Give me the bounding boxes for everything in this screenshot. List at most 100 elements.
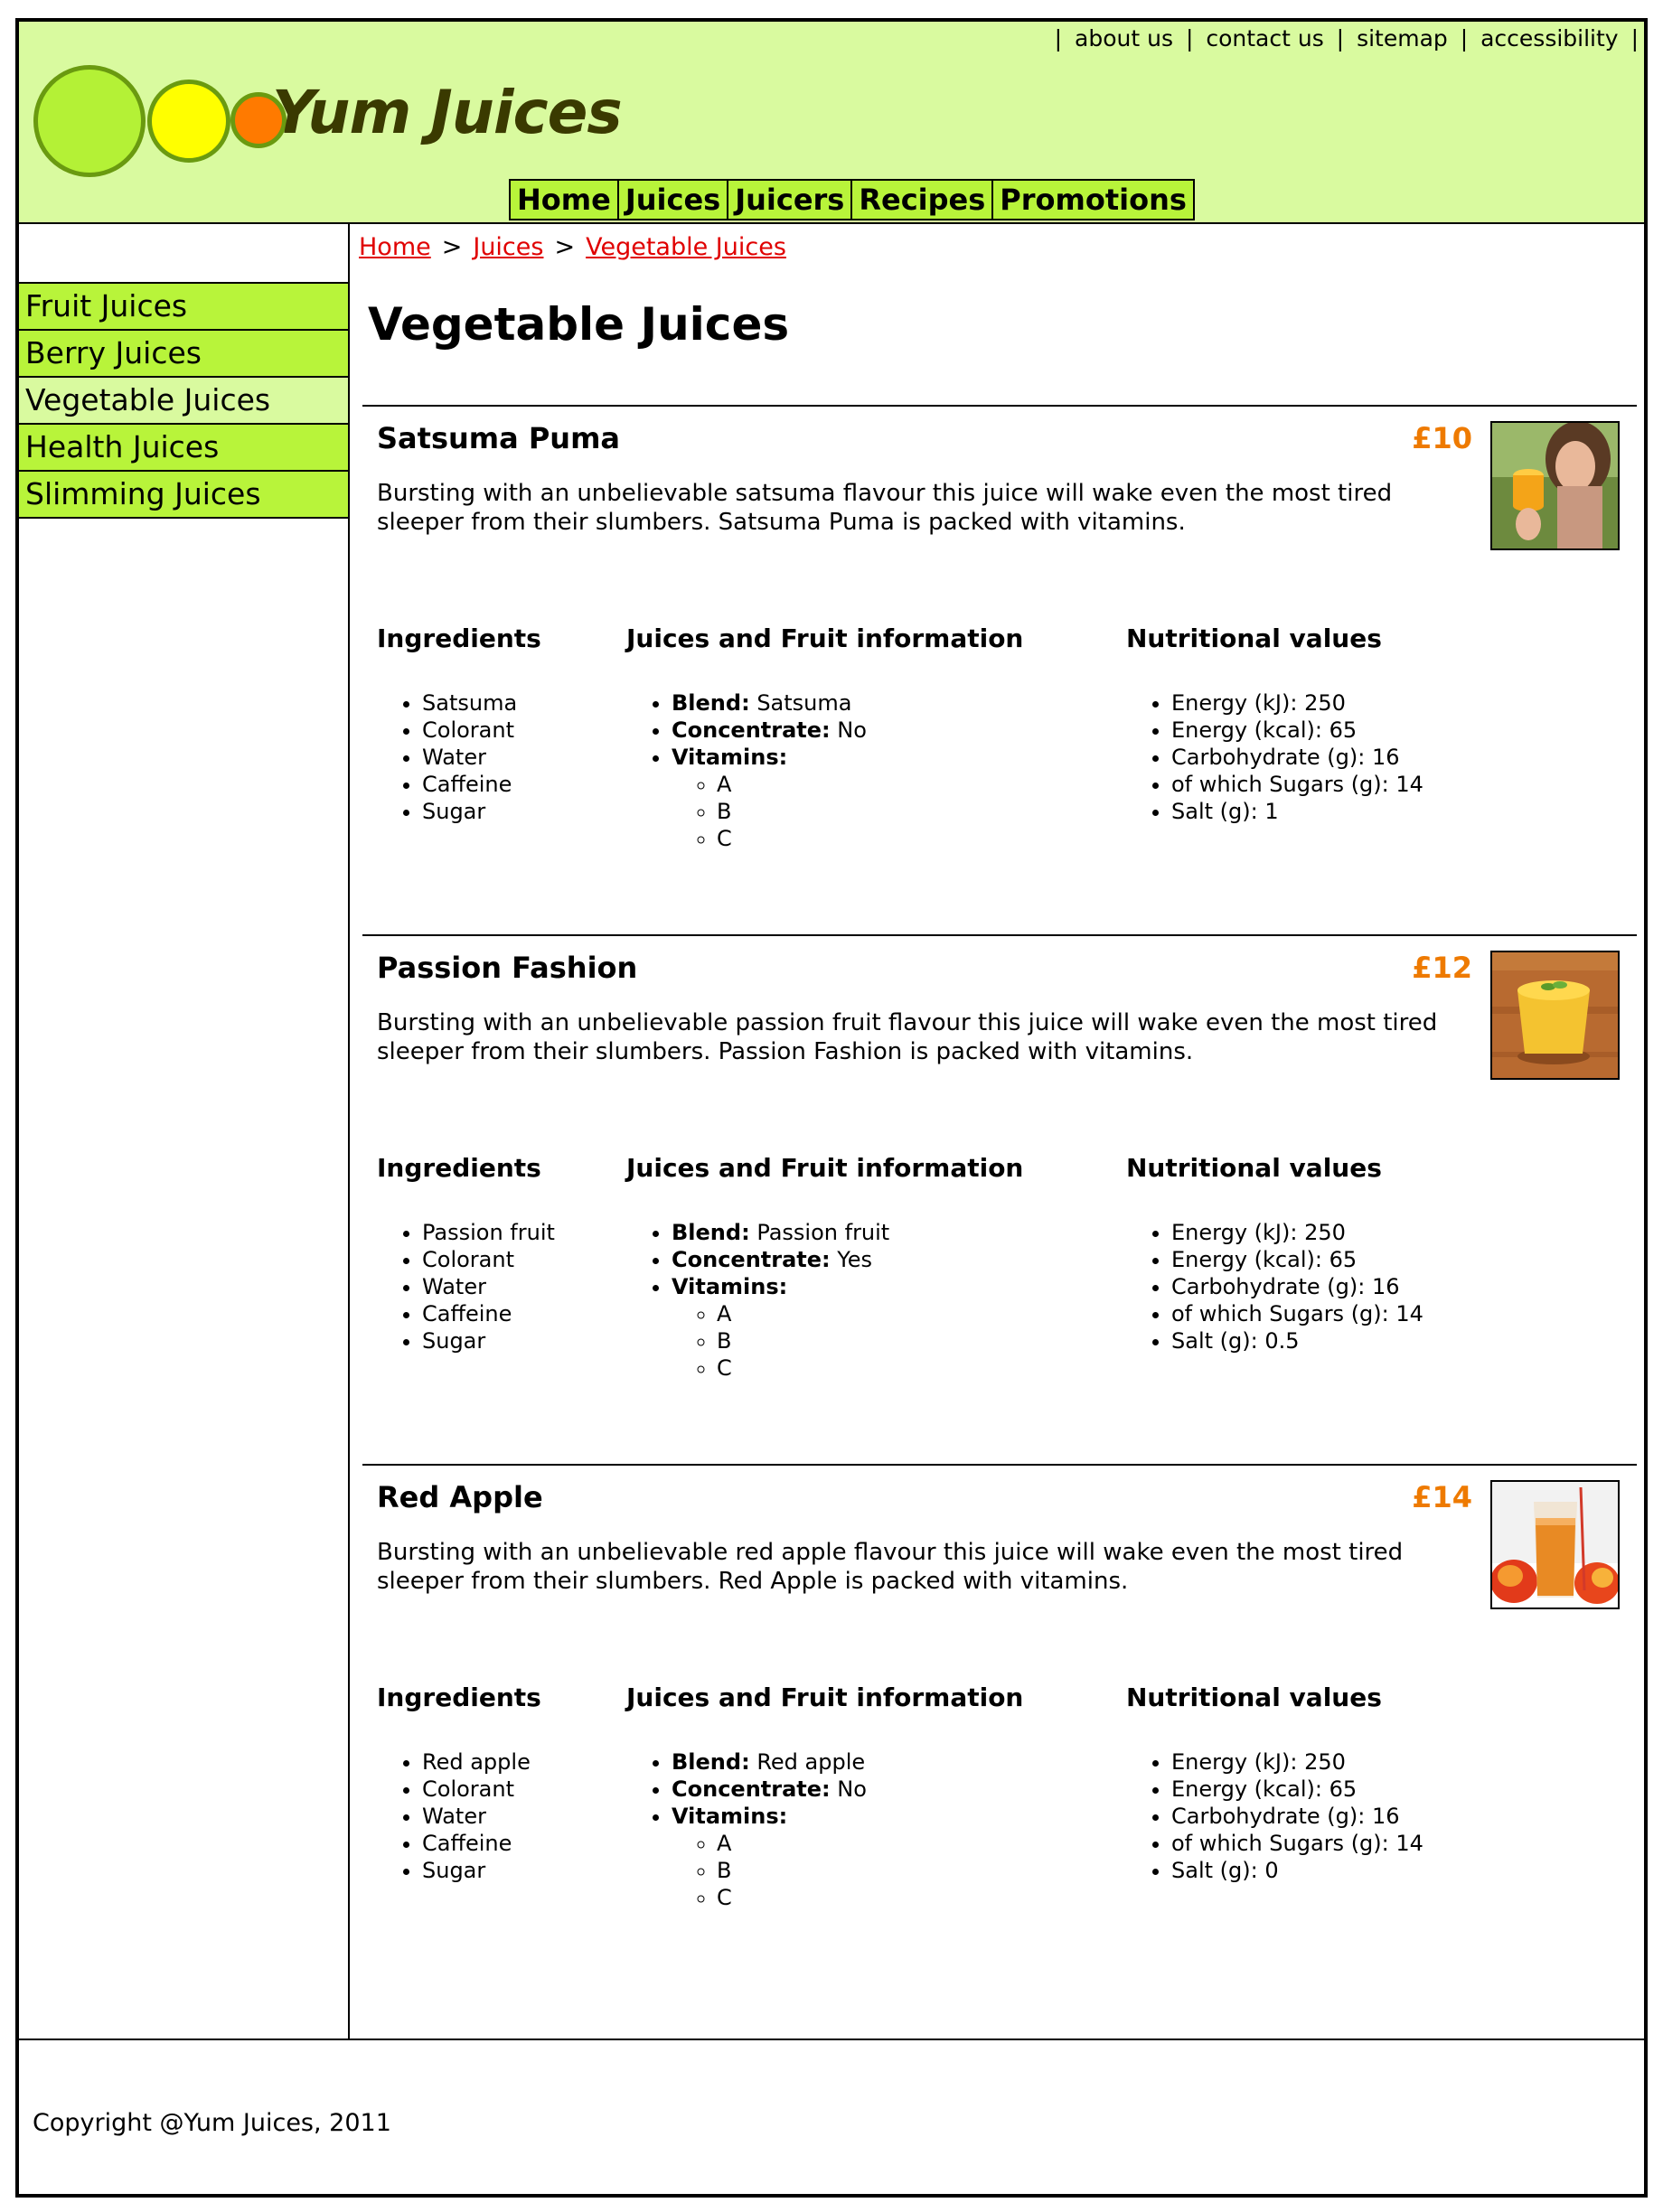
separator: | — [1460, 25, 1469, 52]
nav-juicers[interactable]: Juicers — [728, 179, 853, 220]
list-item: Energy (kcal): 65 — [1171, 1776, 1423, 1803]
list-item: Caffeine — [422, 1300, 555, 1327]
breadcrumb-vegetable-juices[interactable]: Vegetable Juices — [586, 233, 786, 261]
list-item: Carbohydrate (g): 16 — [1171, 1273, 1423, 1300]
list-item: Vitamins: A B C — [672, 744, 1023, 852]
breadcrumb: Home > Juices > Vegetable Juices — [359, 233, 786, 261]
ingredients-heading: Ingredients — [377, 1682, 541, 1712]
vitamins-list: A B C — [672, 1830, 1023, 1911]
about-us-link[interactable]: about us — [1075, 25, 1173, 52]
juice-info-list: Blend: Passion fruit Concentrate: Yes Vi… — [626, 1219, 1023, 1382]
list-item: A — [717, 1300, 1023, 1327]
list-item: Energy (kcal): 65 — [1171, 1246, 1423, 1273]
product-card: Satsuma Puma £10 Bursting with an unbeli… — [362, 405, 1637, 936]
breadcrumb-juices[interactable]: Juices — [473, 233, 543, 261]
sidebar-item-vegetable-juices[interactable]: Vegetable Juices — [19, 378, 348, 425]
ingredients-heading: Ingredients — [377, 623, 541, 653]
list-item: Concentrate: No — [672, 1776, 1023, 1803]
copyright-text: Copyright @Yum Juices, 2011 — [33, 2109, 391, 2137]
product-image[interactable] — [1490, 951, 1620, 1080]
concentrate-value: No — [837, 717, 867, 743]
list-item: Colorant — [422, 1776, 541, 1803]
breadcrumb-separator: > — [441, 233, 463, 261]
list-item: of which Sugars (g): 14 — [1171, 1300, 1423, 1327]
separator: | — [1185, 25, 1194, 52]
page-frame: | about us | contact us | sitemap | acce… — [15, 18, 1648, 2198]
product-price: £14 — [1412, 1480, 1472, 1514]
juice-info-section: Juices and Fruit information Blend: Sats… — [626, 623, 1023, 852]
list-item: Vitamins: A B C — [672, 1273, 1023, 1382]
accessibility-link[interactable]: accessibility — [1480, 25, 1619, 52]
list-item: Satsuma — [422, 689, 541, 717]
list-item: Sugar — [422, 798, 541, 825]
list-item: Red apple — [422, 1748, 541, 1776]
nutrition-list: Energy (kJ): 250 Energy (kcal): 65 Carbo… — [1126, 1748, 1423, 1884]
list-item: B — [717, 798, 1023, 825]
nutrition-list: Energy (kJ): 250 Energy (kcal): 65 Carbo… — [1126, 689, 1423, 825]
juice-info-heading: Juices and Fruit information — [626, 1153, 1024, 1183]
list-item: of which Sugars (g): 14 — [1171, 1830, 1423, 1857]
sitemap-link[interactable]: sitemap — [1357, 25, 1448, 52]
ingredients-list: Red apple Colorant Water Caffeine Sugar — [377, 1748, 541, 1884]
list-item: Water — [422, 1273, 555, 1300]
list-item: Colorant — [422, 717, 541, 744]
list-item: Carbohydrate (g): 16 — [1171, 1803, 1423, 1830]
sidebar-item-fruit-juices[interactable]: Fruit Juices — [19, 284, 348, 331]
list-item: A — [717, 1830, 1023, 1857]
blend-label: Blend: — [672, 1749, 750, 1775]
separator: | — [1336, 25, 1345, 52]
separator: | — [1054, 25, 1063, 52]
product-image[interactable] — [1490, 421, 1620, 550]
concentrate-value: No — [837, 1776, 867, 1802]
sidebar-item-slimming-juices[interactable]: Slimming Juices — [19, 472, 348, 519]
nutrition-heading: Nutritional values — [1126, 1682, 1382, 1712]
list-item: Concentrate: Yes — [672, 1246, 1023, 1273]
sidebar-item-health-juices[interactable]: Health Juices — [19, 425, 348, 472]
nav-home[interactable]: Home — [509, 179, 619, 220]
vitamins-list: A B C — [672, 1300, 1023, 1382]
list-item: Caffeine — [422, 1830, 541, 1857]
juice-info-heading: Juices and Fruit information — [626, 1682, 1024, 1712]
blend-label: Blend: — [672, 1220, 750, 1245]
nav-recipes[interactable]: Recipes — [852, 179, 994, 220]
utility-links: | about us | contact us | sitemap | acce… — [1049, 25, 1644, 52]
ingredients-heading: Ingredients — [377, 1153, 541, 1183]
list-item: B — [717, 1327, 1023, 1354]
blend-value: Satsuma — [756, 690, 852, 716]
list-item: Salt (g): 1 — [1171, 798, 1423, 825]
separator: | — [1630, 25, 1639, 52]
logo-green-circle-icon — [33, 65, 146, 177]
breadcrumb-home[interactable]: Home — [359, 233, 431, 261]
product-price: £10 — [1412, 421, 1472, 455]
vitamins-label: Vitamins: — [672, 1804, 788, 1829]
product-name: Passion Fashion — [377, 951, 638, 985]
nav-juices[interactable]: Juices — [618, 179, 729, 220]
list-item: of which Sugars (g): 14 — [1171, 771, 1423, 798]
concentrate-value: Yes — [837, 1247, 873, 1272]
juice-info-list: Blend: Satsuma Concentrate: No Vitamins:… — [626, 689, 1023, 852]
vitamins-label: Vitamins: — [672, 745, 788, 770]
nutrition-heading: Nutritional values — [1126, 623, 1382, 653]
concentrate-label: Concentrate: — [672, 1247, 831, 1272]
list-item: Carbohydrate (g): 16 — [1171, 744, 1423, 771]
list-item: Salt (g): 0.5 — [1171, 1327, 1423, 1354]
list-item: Sugar — [422, 1857, 541, 1884]
list-item: Salt (g): 0 — [1171, 1857, 1423, 1884]
concentrate-label: Concentrate: — [672, 717, 831, 743]
list-item: Passion fruit — [422, 1219, 555, 1246]
list-item: A — [717, 771, 1023, 798]
page-title: Vegetable Juices — [368, 298, 790, 351]
product-name: Satsuma Puma — [377, 421, 621, 455]
list-item: Blend: Red apple — [672, 1748, 1023, 1776]
product-image[interactable] — [1490, 1480, 1620, 1609]
ingredients-section: Ingredients Passion fruit Colorant Water… — [377, 1153, 555, 1354]
contact-us-link[interactable]: contact us — [1206, 25, 1323, 52]
list-item: Caffeine — [422, 771, 541, 798]
ingredients-list: Passion fruit Colorant Water Caffeine Su… — [377, 1219, 555, 1354]
sidebar-item-berry-juices[interactable]: Berry Juices — [19, 331, 348, 378]
list-item: Sugar — [422, 1327, 555, 1354]
nav-promotions[interactable]: Promotions — [993, 179, 1195, 220]
list-item: C — [717, 825, 1023, 852]
concentrate-label: Concentrate: — [672, 1776, 831, 1802]
list-item: Water — [422, 744, 541, 771]
